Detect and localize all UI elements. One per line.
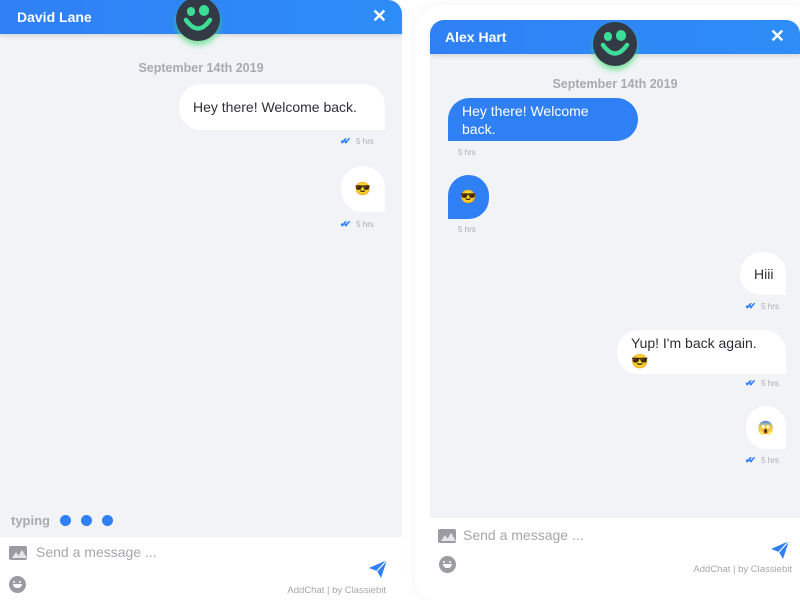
typing-label: typing	[11, 513, 50, 528]
smiley-icon[interactable]	[9, 576, 26, 593]
smiley-logo-icon	[600, 30, 630, 56]
message-input[interactable]	[36, 544, 296, 560]
message-bubble: Hiii	[740, 252, 786, 295]
message-emoji: 😱	[757, 419, 775, 435]
typing-indicator: typing	[11, 513, 113, 528]
message-time: 5 hrs	[458, 148, 476, 157]
message-text: Hiii	[754, 265, 774, 282]
chat-widgets-showcase: David Lane ✕ September 14th 2019 Hey the…	[0, 0, 800, 600]
message-emoji: 😎	[460, 189, 477, 204]
contact-name: Alex Hart	[445, 29, 507, 45]
message-input[interactable]	[463, 527, 723, 543]
message-bubble: Yup! I'm back again. 😎	[617, 330, 786, 374]
avatar	[176, 0, 220, 41]
message-meta: ✔✔ 5 hrs	[745, 378, 779, 389]
paper-plane-icon[interactable]	[368, 559, 388, 579]
message-meta: ✔✔ 5 hrs	[745, 301, 779, 312]
double-check-icon: ✔✔	[340, 219, 351, 229]
avatar	[593, 22, 637, 66]
image-icon[interactable]	[9, 546, 27, 560]
date-separator: September 14th 2019	[552, 77, 678, 91]
message-composer: AddChat | by Classiebit	[0, 537, 402, 600]
message-composer: AddChat | by Classiebit	[430, 518, 800, 580]
double-check-icon: ✔✔	[745, 455, 756, 465]
date-separator: September 14th 2019	[138, 61, 264, 75]
message-meta: ✔✔ 5 hrs	[340, 219, 374, 230]
chat-window-david-lane: David Lane ✕ September 14th 2019 Hey the…	[0, 0, 402, 600]
smiley-icon[interactable]	[439, 556, 456, 573]
branding-text: AddChat | by Classiebit	[287, 585, 386, 596]
message-bubble: 😎	[448, 175, 489, 219]
message-bubble: Hey there! Welcome back.	[448, 98, 638, 141]
message-emoji: 😎	[354, 181, 372, 196]
message-meta: 5 hrs	[458, 148, 476, 157]
message-bubble: Hey there! Welcome back.	[179, 84, 385, 130]
chat-window-alex-hart: Alex Hart ✕ September 14th 2019 Hey ther…	[430, 20, 800, 580]
double-check-icon: ✔✔	[745, 301, 756, 311]
close-icon[interactable]: ✕	[372, 6, 387, 26]
message-meta: 5 hrs	[458, 225, 476, 234]
message-time: 5 hrs	[356, 220, 374, 229]
message-time: 5 hrs	[356, 137, 374, 146]
double-check-icon: ✔✔	[745, 378, 756, 388]
contact-name: David Lane	[17, 9, 92, 25]
close-icon[interactable]: ✕	[770, 26, 785, 46]
message-meta: ✔✔ 5 hrs	[340, 136, 374, 147]
message-time: 5 hrs	[761, 456, 779, 465]
message-bubble: 😎	[341, 166, 385, 212]
branding-text: AddChat | by Classiebit	[693, 564, 792, 575]
message-meta: ✔✔ 5 hrs	[745, 455, 779, 466]
smiley-logo-icon	[183, 5, 213, 31]
double-check-icon: ✔✔	[340, 136, 351, 146]
image-icon[interactable]	[438, 529, 456, 543]
message-bubble: 😱	[746, 406, 786, 449]
message-text: Hey there! Welcome back.	[193, 99, 357, 115]
paper-plane-icon[interactable]	[770, 540, 790, 560]
message-time: 5 hrs	[761, 379, 779, 388]
typing-dot	[60, 515, 71, 526]
message-time: 5 hrs	[458, 225, 476, 234]
message-text: Hey there! Welcome back.	[462, 102, 589, 137]
typing-dot	[81, 515, 92, 526]
message-text: Yup! I'm back again. 😎	[631, 335, 757, 369]
typing-dot	[102, 515, 113, 526]
message-time: 5 hrs	[761, 302, 779, 311]
